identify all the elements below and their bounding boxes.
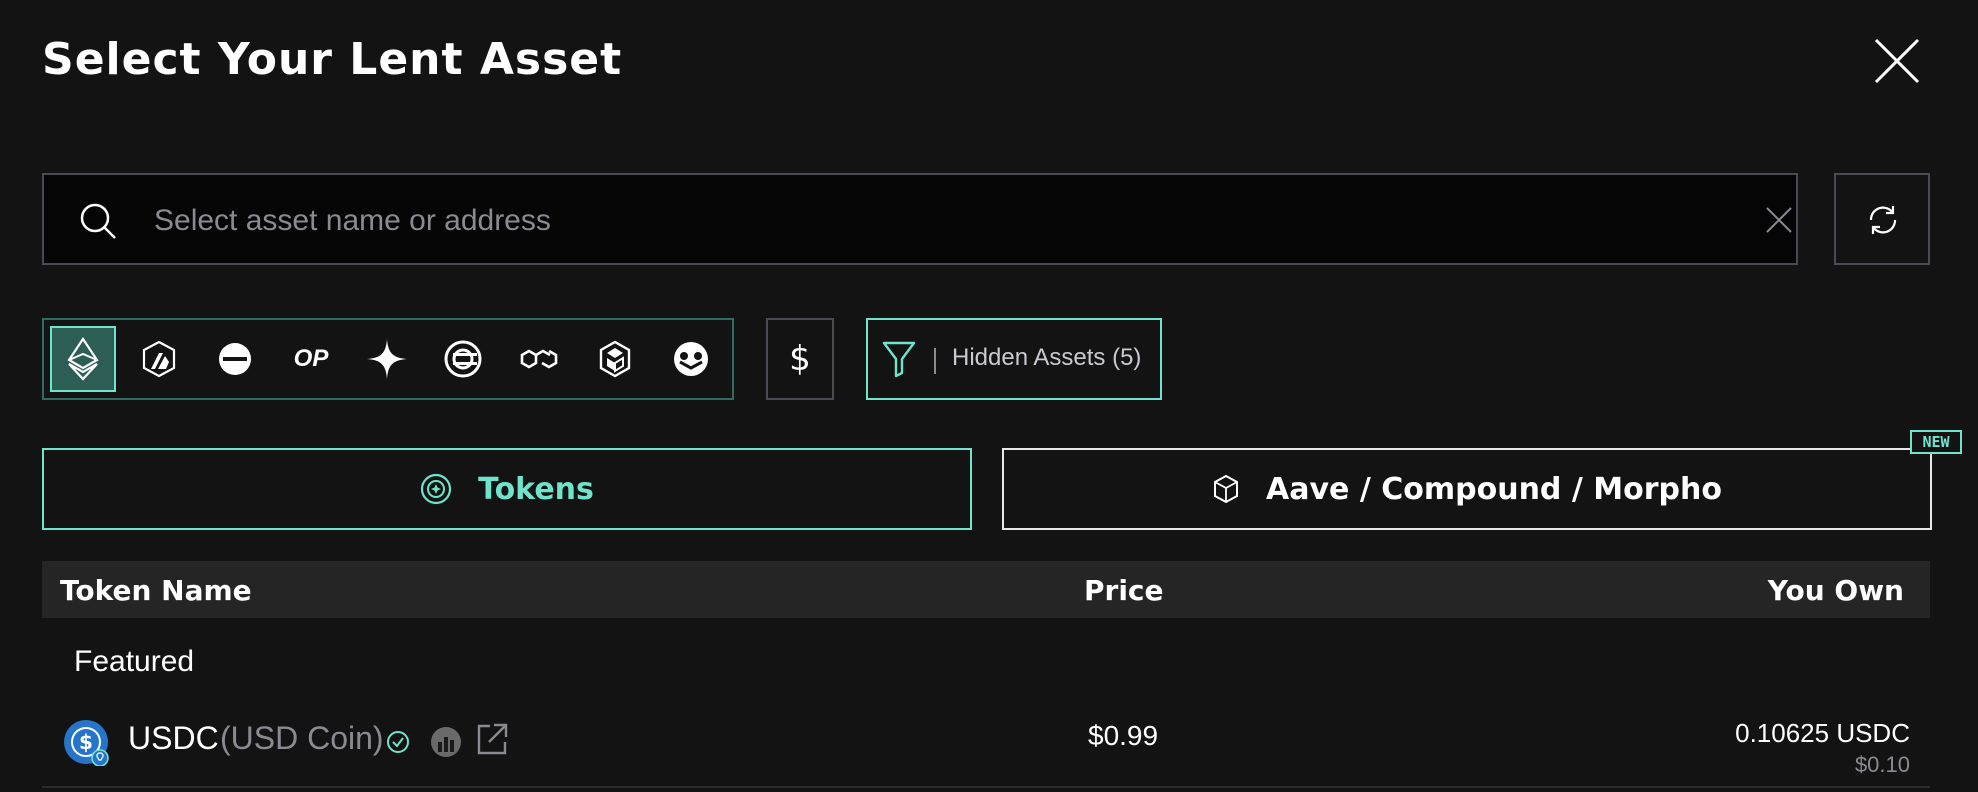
celo-icon — [444, 340, 482, 378]
filter-icon — [882, 341, 916, 378]
verified-icon — [387, 731, 409, 753]
header-you-own[interactable]: You Own — [1768, 574, 1904, 607]
chain-selector: OP — [42, 318, 734, 400]
arbitrum-icon — [142, 340, 176, 378]
usdc-logo-icon: $ — [64, 720, 109, 766]
header-price[interactable]: Price — [1084, 574, 1164, 607]
ethereum-icon — [67, 337, 99, 381]
close-button[interactable] — [1872, 36, 1922, 86]
search-input[interactable] — [152, 193, 1676, 249]
token-symbol: USDC — [128, 720, 219, 756]
base-icon — [219, 343, 251, 375]
tab-aave-label: Aave / Compound / Morpho — [1266, 471, 1722, 507]
tab-tokens[interactable]: Tokens — [42, 448, 972, 530]
chain-ethereum[interactable] — [50, 326, 116, 392]
header-token-name[interactable]: Token Name — [60, 574, 252, 607]
chain-base[interactable] — [202, 326, 268, 392]
divider — [934, 348, 936, 374]
chain-sparkle[interactable] — [354, 326, 420, 392]
hidden-assets-button[interactable]: Hidden Assets (5) — [866, 318, 1162, 400]
chain-optimism[interactable]: OP — [278, 326, 344, 392]
token-full-name: (USD Coin) — [220, 720, 384, 756]
table-header: Token Name Price You Own — [42, 561, 1930, 618]
owned-amount: 0.10625 USDC — [1735, 718, 1910, 748]
external-link-icon — [477, 723, 508, 755]
tab-aave-compound-morpho[interactable]: Aave / Compound / Morpho — [1002, 448, 1932, 530]
sparkle-icon — [367, 339, 407, 379]
search-bar — [42, 173, 1798, 265]
tab-tokens-label: Tokens — [478, 471, 594, 507]
chain-celo[interactable] — [430, 326, 496, 392]
svg-text:$: $ — [79, 730, 93, 754]
chain-bnb[interactable] — [582, 326, 648, 392]
hidden-assets-label: Hidden Assets (5) — [952, 344, 1142, 371]
analytics-icon[interactable] — [430, 726, 462, 758]
refresh-button[interactable] — [1834, 173, 1930, 265]
gnosis-icon — [674, 342, 708, 376]
chain-gnosis[interactable] — [658, 326, 724, 392]
cube-icon — [1214, 474, 1239, 504]
section-featured: Featured — [74, 645, 195, 678]
chain-polygon[interactable] — [506, 326, 572, 392]
optimism-icon: OP — [293, 345, 329, 372]
table-row[interactable]: $ USDC (USD Coin) $0.99 0.10625 USDC $0.… — [42, 706, 1930, 788]
refresh-icon — [1869, 206, 1897, 234]
close-icon — [1874, 38, 1920, 84]
bnb-icon — [599, 340, 631, 378]
dollar-filter-button[interactable]: $ — [766, 318, 834, 400]
clear-search-icon[interactable] — [1764, 205, 1794, 235]
polygon-icon — [520, 349, 558, 369]
new-badge: NEW — [1910, 430, 1962, 454]
page-title: Select Your Lent Asset — [42, 34, 623, 85]
tokens-icon — [420, 473, 452, 505]
chain-arbitrum[interactable] — [126, 326, 192, 392]
token-price: $0.99 — [1088, 720, 1159, 751]
search-icon — [80, 203, 116, 239]
owned-usd-value: $0.10 — [1854, 752, 1910, 777]
